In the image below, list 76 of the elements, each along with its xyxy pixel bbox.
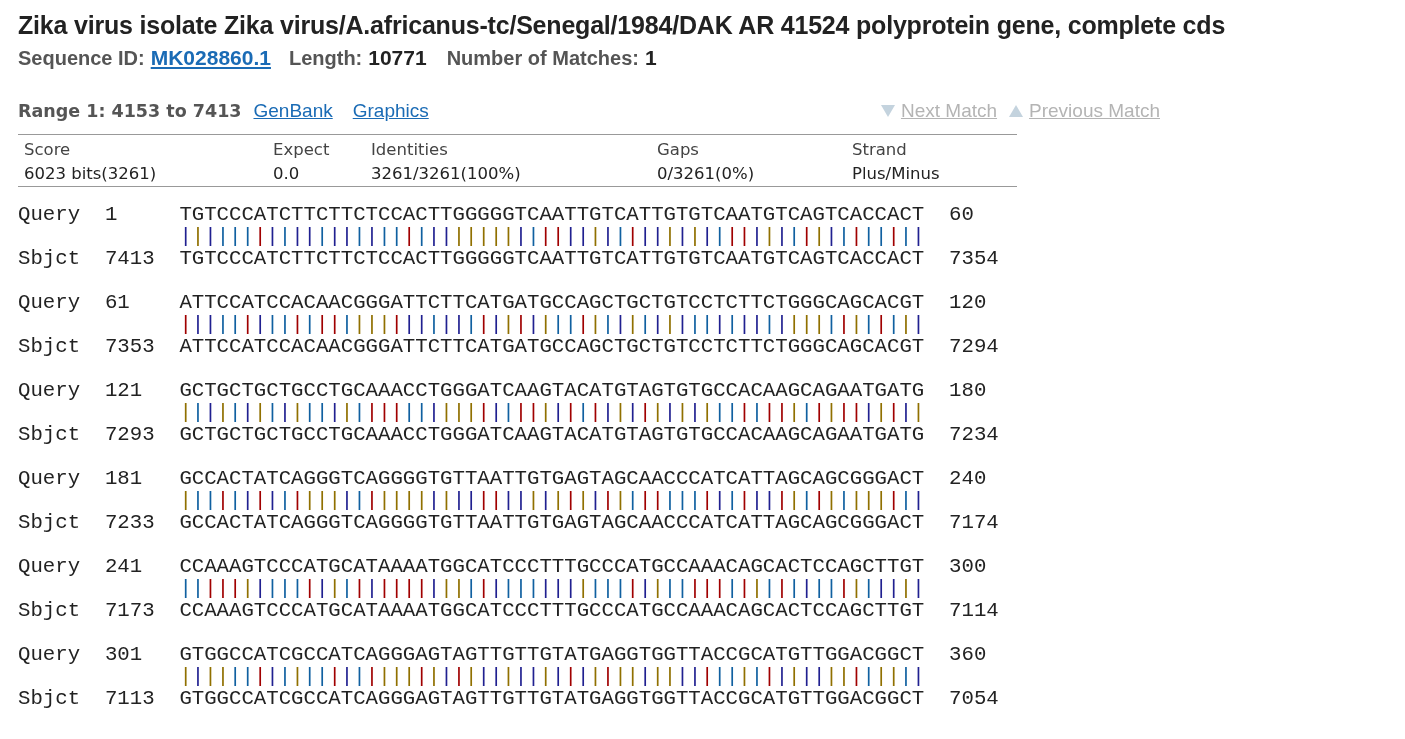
- score-column-header: Gaps: [657, 139, 700, 161]
- subject-end: 7114: [949, 600, 999, 622]
- query-sequence: ATTCCATCCACAACGGGATTCTTCATGATGCCAGCTGCTGTCCTCTTCTGGGCAGCACGT: [179, 292, 925, 314]
- score-column-header: Score: [24, 139, 72, 161]
- subject-sequence: CCAAAGTCCCATGCATAAAATGGCATCCCTTTGCCCATGCCAAACAGCACTCCAGCTTGT: [179, 600, 925, 622]
- query-label: Query: [18, 556, 82, 578]
- subject-start: 7293: [104, 424, 156, 446]
- query-end: 60: [949, 204, 974, 226]
- subject-start: 7113: [104, 688, 156, 710]
- query-label: Query: [18, 380, 82, 402]
- query-end: 120: [949, 292, 987, 314]
- score-column-header: Strand: [852, 139, 908, 161]
- query-sequence: GCTGCTGCTGCCTGCAAACCTGGGATCAAGTACATGTAGTGTGCCACAAGCAGAATGATG: [179, 380, 925, 402]
- query-end: 240: [949, 468, 987, 490]
- query-label: Query: [18, 468, 82, 490]
- query-label: Query: [18, 644, 82, 666]
- length-value: 10771: [368, 46, 427, 70]
- subject-end: 7234: [949, 424, 999, 446]
- match-line: ||||||||||||||||||||||||||||||||||||||||||||||||||||||||||||: [179, 578, 925, 600]
- subject-label: Sbjct: [18, 336, 82, 358]
- up-triangle-icon: [1009, 105, 1024, 117]
- subject-label: Sbjct: [18, 424, 82, 446]
- query-start: 181: [104, 468, 144, 490]
- query-end: 360: [949, 644, 987, 666]
- score-column-header: Expect: [273, 139, 331, 161]
- query-label: Query: [18, 204, 82, 226]
- subject-label: Sbjct: [18, 512, 82, 534]
- match-line: ||||||||||||||||||||||||||||||||||||||||||||||||||||||||||||: [179, 314, 925, 336]
- subject-end: 7054: [949, 688, 999, 710]
- subject-end: 7354: [949, 248, 999, 270]
- match-line: ||||||||||||||||||||||||||||||||||||||||||||||||||||||||||||: [179, 402, 925, 424]
- query-start: 121: [104, 380, 144, 402]
- subject-label: Sbjct: [18, 248, 82, 270]
- match-line: ||||||||||||||||||||||||||||||||||||||||||||||||||||||||||||: [179, 666, 925, 688]
- subject-start: 7173: [104, 600, 156, 622]
- query-end: 180: [949, 380, 987, 402]
- query-sequence: TGTCCCATCTTCTTCTCCACTTGGGGGTCAATTGTCATTGTGTCAATGTCAGTCACCACT: [179, 204, 925, 226]
- match-line: ||||||||||||||||||||||||||||||||||||||||||||||||||||||||||||: [179, 226, 925, 248]
- score-value: Plus/Minus: [852, 163, 940, 185]
- range-link[interactable]: Graphics: [352, 100, 429, 122]
- subject-sequence: TGTCCCATCTTCTTCTCCACTTGGGGGTCAATTGTCATTGTGTCAATGTCAGTCACCACT: [179, 248, 925, 270]
- subject-sequence: GCCACTATCAGGGTCAGGGGTGTTAATTGTGAGTAGCAACCCATCATTAGCAGCGGGACT: [179, 512, 925, 534]
- subject-end: 7174: [949, 512, 999, 534]
- query-sequence: CCAAAGTCCCATGCATAAAATGGCATCCCTTTGCCCATGCCAAACAGCACTCCAGCTTGT: [179, 556, 925, 578]
- score-value: 0/3261(0%): [657, 163, 756, 185]
- matches-label: Number of Matches:: [446, 47, 639, 70]
- query-label: Query: [18, 292, 82, 314]
- sequence-id-link[interactable]: MK028860.1: [150, 46, 271, 70]
- query-start: 61: [104, 292, 131, 314]
- subject-start: 7353: [104, 336, 156, 358]
- score-value: 3261/3261(100%): [371, 163, 522, 185]
- subject-sequence: GCTGCTGCTGCCTGCAAACCTGGGATCAAGTACATGTAGTGTGCCACAAGCAGAATGATG: [179, 424, 925, 446]
- query-sequence: GCCACTATCAGGGTCAGGGGTGTTAATTGTGAGTAGCAACCCATCATTAGCAGCGGGACT: [179, 468, 925, 490]
- query-start: 301: [104, 644, 144, 666]
- score-value: 0.0: [273, 163, 301, 185]
- query-sequence: GTGGCCATCGCCATCAGGGAGTAGTTGTTGTATGAGGTGGTTACCGCATGTTGGACGGCT: [179, 644, 925, 666]
- subject-sequence: GTGGCCATCGCCATCAGGGAGTAGTTGTTGTATGAGGTGGTTACCGCATGTTGGACGGCT: [179, 688, 925, 710]
- subject-label: Sbjct: [18, 600, 82, 622]
- subject-label: Sbjct: [18, 688, 82, 710]
- page-title: Zika virus isolate Zika virus/A.africanus-tc/Senegal/1984/DAK AR 41524 polyprotein gene, complete cds: [18, 10, 1227, 41]
- score-column-header: Identities: [371, 139, 449, 161]
- down-triangle-icon: [880, 105, 895, 117]
- subject-end: 7294: [949, 336, 999, 358]
- subject-sequence: ATTCCATCCACAACGGGATTCTTCATGATGCCAGCTGCTGTCCTCTTCTGGGCAGCACGT: [179, 336, 925, 358]
- range-label: Range 1: 4153 to 7413: [18, 101, 242, 121]
- length-label: Length:: [288, 47, 363, 70]
- query-end: 300: [949, 556, 987, 578]
- subject-start: 7413: [104, 248, 156, 270]
- subject-start: 7233: [104, 512, 156, 534]
- query-start: 241: [104, 556, 144, 578]
- query-start: 1: [104, 204, 119, 226]
- sequence-id-label: Sequence ID:: [18, 47, 145, 70]
- matches-value: 1: [644, 46, 657, 70]
- match-line: ||||||||||||||||||||||||||||||||||||||||||||||||||||||||||||: [179, 490, 925, 512]
- range-link[interactable]: GenBank: [253, 100, 333, 122]
- score-value: 6023 bits(3261): [24, 163, 158, 185]
